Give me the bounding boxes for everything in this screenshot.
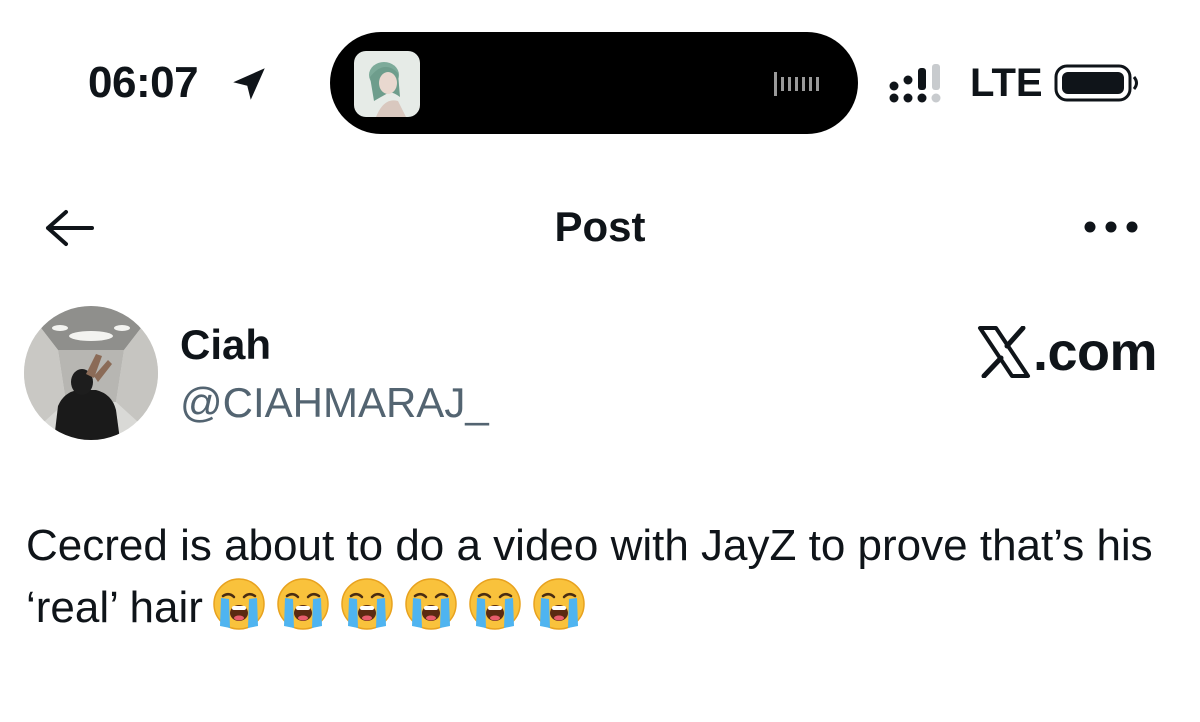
audio-waveform-icon (774, 72, 819, 96)
brand-suffix: .com (1033, 322, 1158, 382)
author-display-name[interactable]: Ciah (180, 320, 271, 370)
loudly-crying-face-icon (405, 578, 457, 630)
album-art-thumbnail[interactable] (354, 51, 420, 117)
post-text: Cecred is about to do a video with JayZ … (26, 521, 1153, 632)
loudly-crying-face-icon (341, 578, 393, 630)
post-body: Cecred is about to do a video with JayZ … (26, 516, 1176, 638)
loudly-crying-face-icon (277, 578, 329, 630)
author-handle[interactable]: @CIAHMARAJ_ (180, 378, 489, 428)
battery-icon (1054, 64, 1138, 102)
network-type: LTE (970, 61, 1043, 105)
more-options-icon[interactable] (1082, 216, 1140, 238)
dynamic-island[interactable] (330, 32, 858, 134)
page-title: Post (554, 203, 646, 250)
loudly-crying-face-icon (213, 578, 265, 630)
status-time: 06:07 (88, 58, 199, 107)
x-com-watermark: .com (976, 322, 1158, 382)
x-logo-icon (978, 326, 1030, 378)
avatar[interactable] (24, 306, 158, 440)
loudly-crying-face-icon (533, 578, 585, 630)
loudly-crying-face-icon (469, 578, 521, 630)
signal-strength-icon (889, 64, 941, 103)
location-arrow-icon (233, 68, 265, 100)
emoji-row (211, 576, 587, 632)
